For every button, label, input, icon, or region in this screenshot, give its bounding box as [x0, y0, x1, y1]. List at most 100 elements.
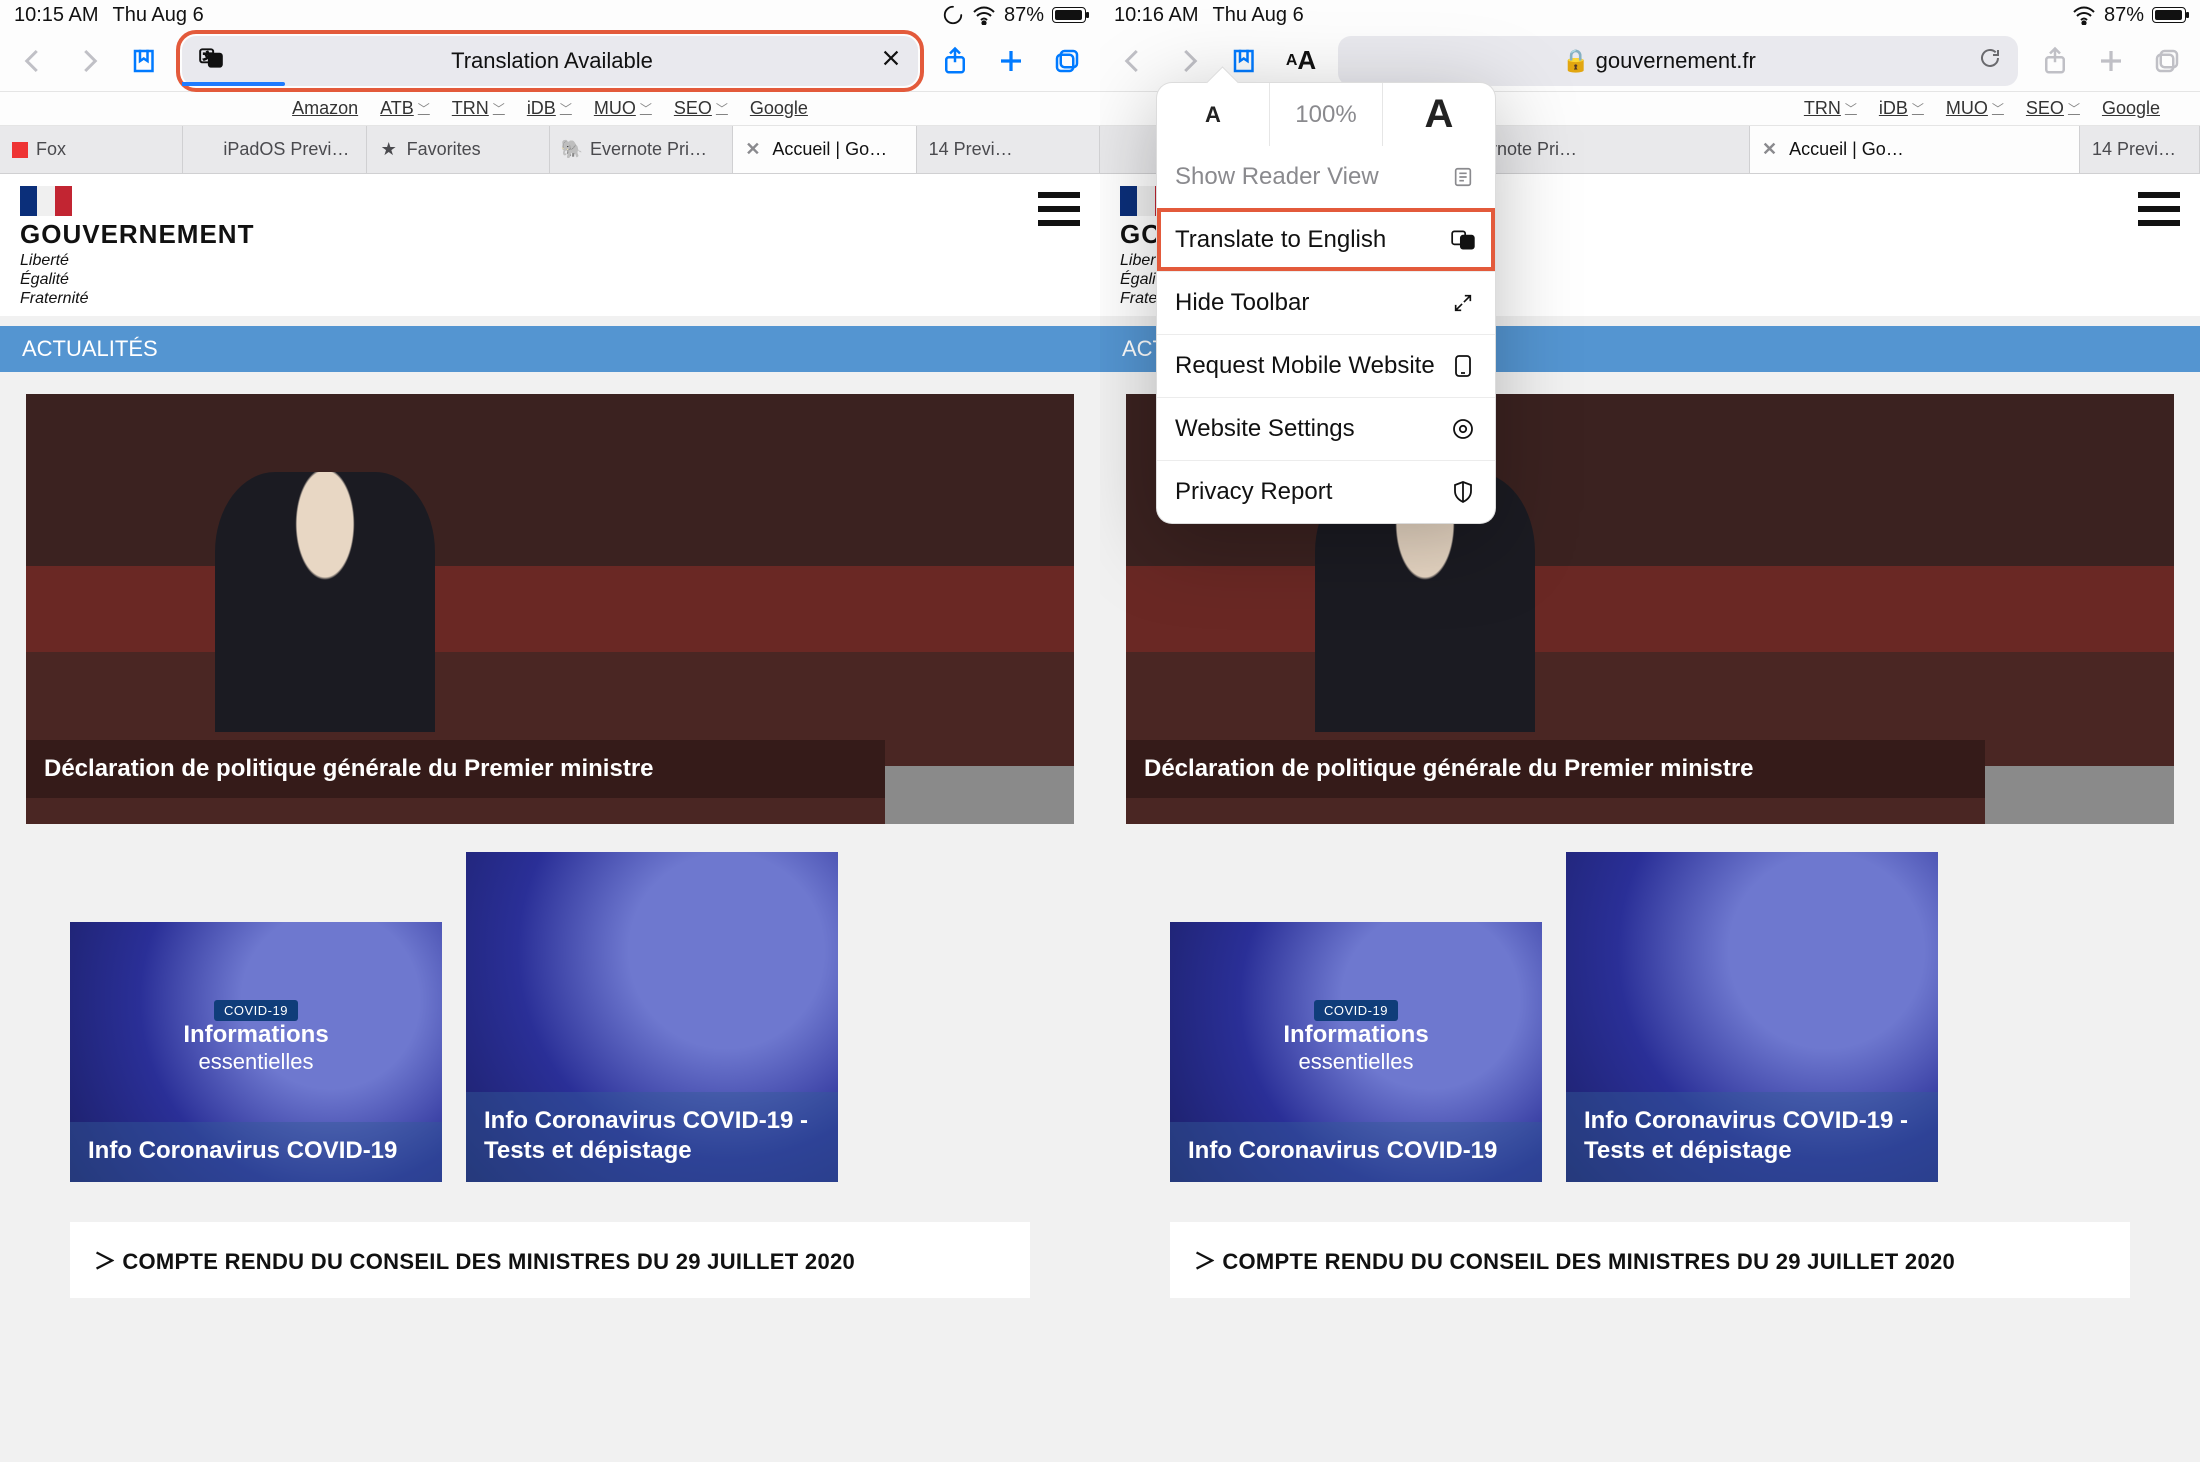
close-tab-icon[interactable]: ✕: [1762, 139, 1777, 160]
address-bar-text: 🔒gouvernement.fr: [1354, 48, 1964, 74]
france-flag-icon: [20, 186, 72, 216]
expand-icon: [1449, 289, 1477, 317]
bookmarks-button[interactable]: [1226, 42, 1264, 80]
fav-muo[interactable]: MUO﹀: [1946, 98, 2004, 119]
menu-privacy-report[interactable]: Privacy Report: [1157, 460, 1495, 523]
tile-label: Info Coronavirus COVID-19 - Tests et dép…: [466, 1092, 838, 1182]
bookmarks-button[interactable]: [126, 42, 164, 80]
address-bar[interactable]: 文 Translation Available: [182, 36, 918, 86]
fav-atb[interactable]: ATB﹀: [380, 98, 430, 119]
battery-icon: [2152, 7, 2186, 23]
tile-label: Info Coronavirus COVID-19: [70, 1122, 442, 1182]
new-tab-button[interactable]: [992, 42, 1030, 80]
link-compte-rendu[interactable]: ＞COMPTE RENDU DU CONSEIL DES MINISTRES D…: [70, 1222, 1030, 1298]
tile-info-covid[interactable]: COVID-19 Informations essentielles Info …: [70, 922, 442, 1182]
tab-14previ[interactable]: 14 Previ…: [2080, 126, 2200, 173]
share-button[interactable]: [936, 42, 974, 80]
text-size-row: A 100% A: [1156, 82, 1496, 146]
share-button[interactable]: [2036, 42, 2074, 80]
forward-button[interactable]: [70, 42, 108, 80]
text-size-value: 100%: [1270, 83, 1383, 146]
tab-14previ[interactable]: 14 Previ…: [917, 126, 1100, 173]
tab-favorites[interactable]: ★Favorites: [367, 126, 550, 173]
menu-translate[interactable]: Translate to English: [1157, 208, 1495, 271]
tab-ipados[interactable]: iPadOS Previ…: [183, 126, 366, 173]
fav-muo[interactable]: MUO﹀: [594, 98, 652, 119]
close-tab-icon[interactable]: ✕: [745, 139, 760, 160]
chevron-down-icon: ﹀: [1992, 100, 2004, 117]
tile-tests-covid[interactable]: Info Coronavirus COVID-19 - Tests et dép…: [1566, 852, 1938, 1182]
fav-idb[interactable]: iDB﹀: [527, 98, 572, 119]
chevron-right-icon: ＞: [94, 1249, 116, 1274]
fav-seo[interactable]: SEO﹀: [2026, 98, 2080, 119]
reload-icon[interactable]: [1978, 46, 2002, 76]
text-larger-button[interactable]: A: [1383, 83, 1495, 146]
menu-request-mobile[interactable]: Request Mobile Website: [1157, 334, 1495, 397]
chevron-down-icon: ﹀: [2068, 100, 2080, 117]
tab-evernote[interactable]: 🐘Evernote Pri…: [550, 126, 733, 173]
fav-google[interactable]: Google: [2102, 98, 2160, 119]
section-header: ACTUALITÉS: [0, 326, 1100, 372]
tile-label: Info Coronavirus COVID-19: [1170, 1122, 1542, 1182]
status-time: 10:15 AM: [14, 4, 99, 27]
hero-caption: Déclaration de politique générale du Pre…: [26, 740, 885, 798]
progress-bar: [182, 82, 285, 86]
aa-button[interactable]: AA: [1282, 42, 1320, 80]
status-bar: 10:15 AM Thu Aug 6 87%: [0, 0, 1100, 30]
site-brand: GOUVERNEMENT Liberté Égalité Fraternité: [20, 186, 254, 308]
address-bar-text: Translation Available: [238, 48, 866, 74]
close-icon[interactable]: [880, 47, 902, 75]
new-tab-button[interactable]: [2092, 42, 2130, 80]
tabs-button[interactable]: [1048, 42, 1086, 80]
chevron-down-icon: ﹀: [716, 100, 728, 117]
menu-hide-toolbar[interactable]: Hide Toolbar: [1157, 271, 1495, 334]
back-button[interactable]: [14, 42, 52, 80]
evernote-icon: 🐘: [562, 140, 582, 160]
tab-accueil[interactable]: ✕Accueil | Go…: [1750, 126, 2080, 173]
hero-article[interactable]: Déclaration de politique générale du Pre…: [26, 394, 1074, 824]
tab-accueil[interactable]: ✕Accueil | Go…: [733, 126, 916, 173]
tile-label: Info Coronavirus COVID-19 - Tests et dép…: [1566, 1092, 1938, 1182]
tabs-button[interactable]: [2148, 42, 2186, 80]
battery-percent: 87%: [1004, 4, 1044, 27]
menu-reader-view: Show Reader View: [1157, 146, 1495, 208]
menu-button[interactable]: [2138, 192, 2180, 226]
mobile-icon: [1449, 352, 1477, 380]
chevron-down-icon: ﹀: [418, 100, 430, 117]
hero-overlay: [1985, 766, 2174, 824]
translate-icon: 文: [198, 45, 224, 77]
fav-trn[interactable]: TRN﹀: [452, 98, 505, 119]
translate-icon: [1449, 226, 1477, 254]
forward-button[interactable]: [1170, 42, 1208, 80]
menu-website-settings[interactable]: Website Settings: [1157, 397, 1495, 460]
chevron-down-icon: ﹀: [493, 100, 505, 117]
tile-tests-covid[interactable]: Info Coronavirus COVID-19 - Tests et dép…: [466, 852, 838, 1182]
tile-info-covid[interactable]: COVID-19 Informations essentielles Info …: [1170, 922, 1542, 1182]
hero-overlay: [885, 766, 1074, 824]
fav-google[interactable]: Google: [750, 98, 808, 119]
fav-amazon[interactable]: Amazon: [292, 98, 358, 119]
link-compte-rendu[interactable]: ＞COMPTE RENDU DU CONSEIL DES MINISTRES D…: [1170, 1222, 2130, 1298]
hero-photo: [215, 472, 435, 732]
star-icon: ★: [379, 140, 399, 160]
address-bar[interactable]: 🔒gouvernement.fr: [1338, 36, 2018, 86]
left-screenshot: 10:15 AM Thu Aug 6 87%: [0, 0, 1100, 1462]
status-date: Thu Aug 6: [1213, 4, 1304, 27]
covid-badge: COVID-19: [1314, 1000, 1398, 1021]
tile-mid-text: Informations essentielles: [70, 1021, 442, 1075]
chevron-down-icon: ﹀: [1912, 100, 1924, 117]
site-motto: Liberté Égalité Fraternité: [20, 251, 254, 309]
fav-idb[interactable]: iDB﹀: [1879, 98, 1924, 119]
fav-seo[interactable]: SEO﹀: [674, 98, 728, 119]
text-smaller-button[interactable]: A: [1157, 83, 1270, 146]
tab-fox[interactable]: Fox: [0, 126, 183, 173]
wifi-icon: [972, 5, 996, 25]
chevron-right-icon: ＞: [1194, 1249, 1216, 1274]
menu-button[interactable]: [1038, 192, 1080, 226]
back-button[interactable]: [1114, 42, 1152, 80]
hero-caption: Déclaration de politique générale du Pre…: [1126, 740, 1985, 798]
battery-icon: [1052, 7, 1086, 23]
fav-trn[interactable]: TRN﹀: [1804, 98, 1857, 119]
favorites-bar: Amazon ATB﹀ TRN﹀ iDB﹀ MUO﹀ SEO﹀ Google: [0, 92, 1100, 126]
reader-icon: [1449, 163, 1477, 191]
